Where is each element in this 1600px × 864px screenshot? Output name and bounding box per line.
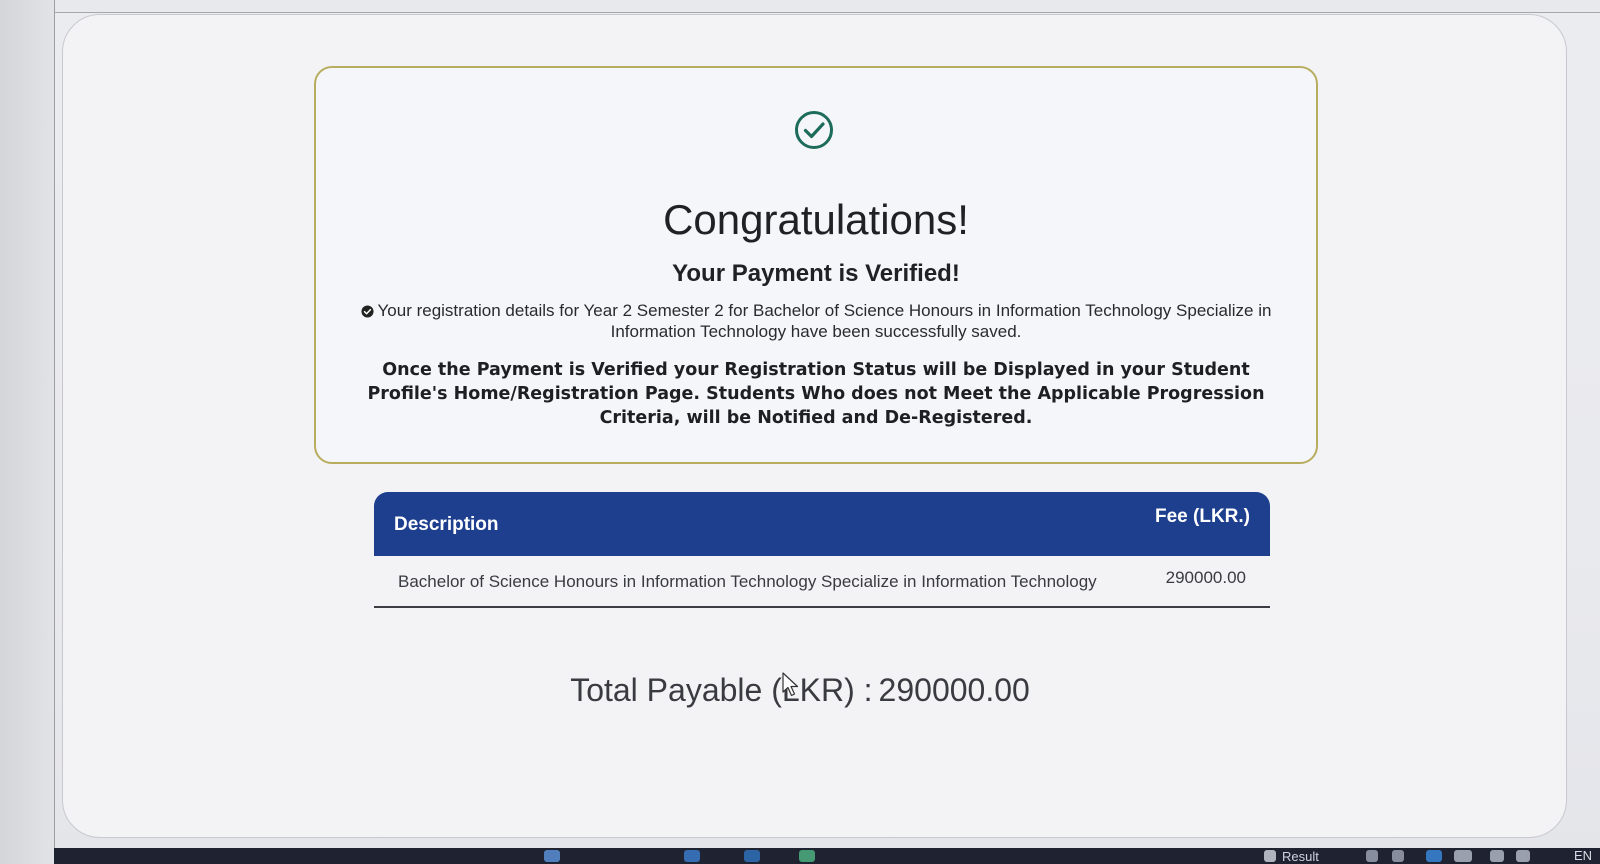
- check-circle-icon: [795, 111, 833, 149]
- success-card: Congratulations! Your Payment is Verifie…: [314, 66, 1318, 464]
- screen: Congratulations! Your Payment is Verifie…: [0, 0, 1600, 864]
- language-indicator[interactable]: EN: [1574, 848, 1592, 863]
- taskbar-app-icon[interactable]: [544, 850, 560, 862]
- verification-notice: Once the Payment is Verified your Regist…: [367, 360, 1265, 428]
- taskbar: Result EN: [54, 848, 1600, 864]
- row-description: Bachelor of Science Honours in Informati…: [398, 572, 1097, 591]
- row-fee: 290000.00: [1165, 568, 1246, 587]
- column-header-description: Description: [394, 514, 499, 535]
- taskbar-app-icon[interactable]: [799, 850, 815, 862]
- check-circle-small-icon: [360, 305, 374, 318]
- registration-saved-text: Your registration details for Year 2 Sem…: [377, 301, 1272, 341]
- payment-verified-subtitle: Your Payment is Verified!: [672, 260, 960, 287]
- volume-icon[interactable]: [1516, 850, 1530, 862]
- taskbar-search-label[interactable]: Result: [1282, 849, 1319, 864]
- tray-app-icon[interactable]: [1392, 850, 1404, 862]
- fee-table: Description Fee (LKR.) Bachelor of Scien…: [374, 492, 1270, 608]
- chevron-up-icon[interactable]: [1366, 850, 1378, 862]
- total-payable-label: Total Payable (LKR) :: [570, 672, 873, 708]
- wifi-icon[interactable]: [1490, 850, 1504, 862]
- battery-icon[interactable]: [1454, 850, 1472, 862]
- window-left-edge: [0, 0, 55, 864]
- mouse-cursor-icon: [782, 672, 799, 697]
- table-row: Bachelor of Science Honours in Informati…: [374, 556, 1270, 608]
- search-icon[interactable]: [1264, 850, 1276, 862]
- cloud-icon[interactable]: [1426, 850, 1442, 862]
- taskbar-app-icon[interactable]: [684, 850, 700, 862]
- page-title: Congratulations!: [663, 196, 969, 243]
- total-payable-amount: 290000.00: [878, 672, 1030, 708]
- taskbar-app-icon[interactable]: [744, 850, 760, 862]
- column-header-fee: Fee (LKR.): [1155, 506, 1250, 527]
- total-payable: Total Payable (LKR) :290000.00: [0, 672, 1600, 709]
- window-top-edge: [40, 0, 1600, 13]
- table-header: Description Fee (LKR.): [374, 492, 1270, 556]
- registration-saved-message: Your registration details for Year 2 Sem…: [356, 300, 1276, 342]
